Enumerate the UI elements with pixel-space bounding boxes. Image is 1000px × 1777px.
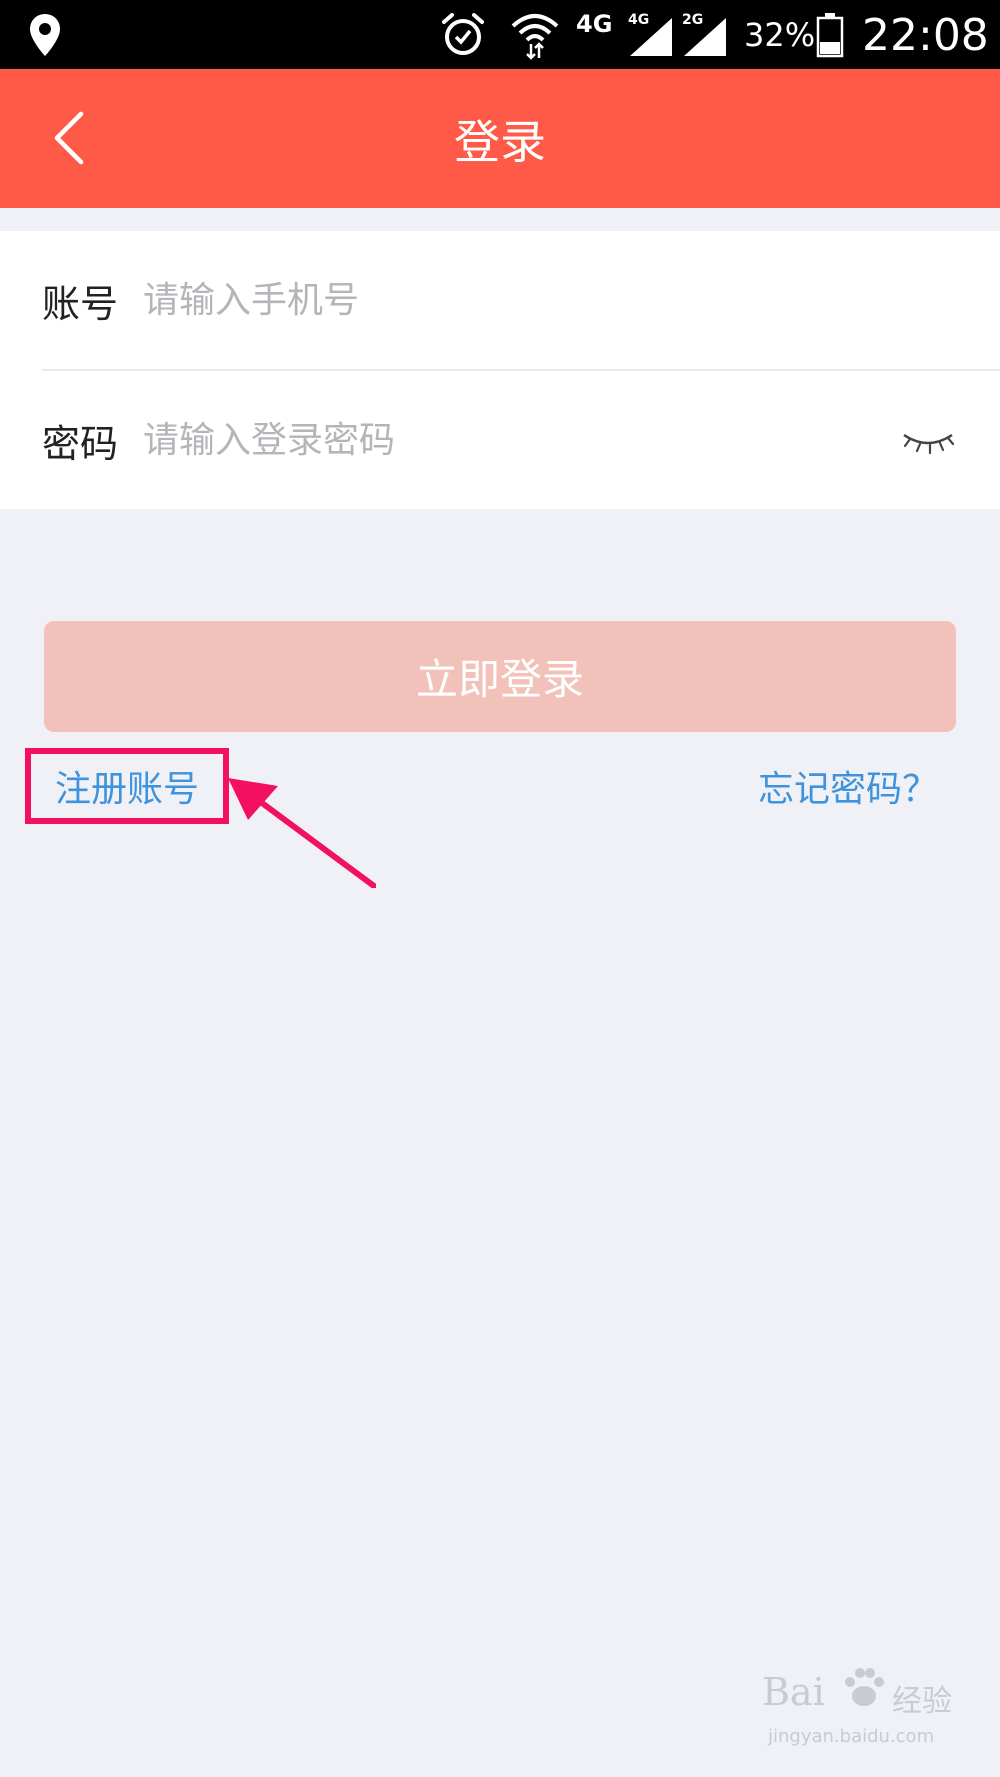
watermark-url: jingyan.baidu.com	[768, 1726, 935, 1747]
arrow-annotation-icon	[228, 778, 376, 888]
app-bar: 登录	[0, 69, 1000, 208]
watermark-brand: Bai	[762, 1670, 825, 1714]
watermark: Bai 经验 jingyan.baidu.com	[762, 1664, 982, 1764]
baidu-paw-icon	[845, 1668, 884, 1706]
account-label: 账号	[42, 281, 119, 326]
status-bar: 4G 4G 2G 32% 22:08	[0, 0, 1000, 69]
location-icon	[30, 14, 60, 56]
sim2-network-label: 2G	[682, 12, 704, 28]
watermark-brand-cn: 经验	[892, 1684, 952, 1719]
password-input[interactable]	[143, 405, 883, 475]
network-type-label: 4G	[576, 10, 613, 38]
highlight-box	[25, 748, 229, 824]
account-row: 账号	[0, 231, 1000, 369]
forgot-password-link[interactable]: 忘记密码？	[758, 760, 938, 812]
alarm-icon	[442, 13, 484, 55]
login-form: 账号 密码	[0, 231, 1000, 509]
battery-percent: 32%	[744, 16, 816, 54]
clock: 22:08	[862, 10, 989, 61]
password-row: 密码	[0, 371, 1000, 509]
battery-icon	[816, 13, 844, 58]
sim1-network-label: 4G	[628, 12, 650, 28]
password-label: 密码	[42, 421, 119, 466]
login-button[interactable]: 立即登录	[44, 621, 956, 732]
account-input[interactable]	[143, 265, 883, 335]
wifi-icon	[511, 14, 559, 60]
page-title: 登录	[454, 114, 546, 169]
eye-closed-icon[interactable]	[900, 417, 956, 461]
